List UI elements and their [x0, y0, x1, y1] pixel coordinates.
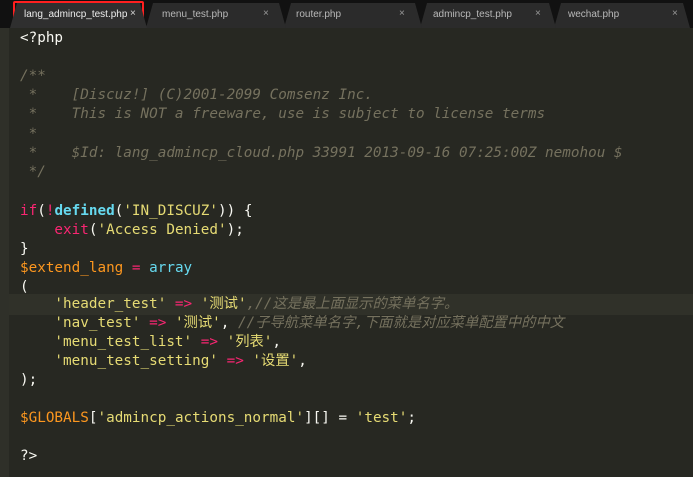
php-close-tag: ?>: [20, 448, 38, 464]
php-open-tag: <?php: [20, 30, 64, 46]
code-line: 'menu_test_setting' => '设置',: [20, 351, 307, 372]
punct: ,: [220, 315, 238, 331]
code-line: $GLOBALS['admincp_actions_normal'][] = '…: [20, 408, 416, 429]
string: '列表': [226, 334, 273, 350]
code-line: 'header_test' => '测试',//这是最上面显示的菜单名字。: [20, 294, 458, 315]
code-line: *: [20, 124, 38, 145]
string: '测试': [200, 296, 247, 312]
tab-wechat[interactable]: wechat.php ×: [554, 3, 690, 28]
punct: ,: [298, 353, 307, 369]
code-line: );: [20, 370, 37, 391]
variable: $extend_lang: [20, 260, 124, 276]
tab-admincp-test[interactable]: admincp_test.php ×: [420, 3, 556, 28]
punct: ,: [272, 334, 282, 350]
code-line: * [Discuz!] (C)2001-2099 Comsenz Inc.: [20, 85, 373, 106]
operator: =>: [192, 334, 227, 350]
comment: //子导航菜单名字,下面就是对应菜单配置中的中文: [237, 315, 565, 331]
keyword: if: [20, 203, 38, 219]
close-icon[interactable]: ×: [535, 8, 541, 19]
string: 'menu_test_list': [20, 334, 193, 350]
punct: (: [20, 279, 29, 295]
comment: /**: [20, 68, 46, 84]
string: 'nav_test': [20, 315, 141, 331]
code-line: */: [20, 162, 46, 183]
code-line: * $Id: lang_admincp_cloud.php 33991 2013…: [20, 143, 623, 164]
string: '测试': [174, 315, 221, 331]
close-icon[interactable]: ×: [263, 8, 269, 19]
tab-bar: lang_admincp_test.php × menu_test.php × …: [0, 0, 693, 28]
keyword: exit: [20, 222, 89, 238]
operator: =: [123, 260, 150, 276]
code-line: ?>: [20, 446, 37, 467]
punct: )) {: [218, 203, 253, 219]
code-line: <?php: [20, 28, 63, 49]
string: 'test': [355, 410, 408, 426]
comment: */: [20, 164, 46, 180]
string: '设置': [252, 353, 299, 369]
tab-label: admincp_test.php: [433, 9, 512, 20]
tab-router[interactable]: router.php ×: [284, 3, 422, 28]
tab-label: wechat.php: [568, 9, 620, 20]
comment: ,//这是最上面显示的菜单名字。: [246, 296, 459, 312]
comment: * This is NOT a freeware, use is subject…: [20, 106, 546, 122]
string: 'admincp_actions_normal': [97, 410, 305, 426]
line-gutter: [0, 28, 9, 477]
code-line: if(!defined('IN_DISCUZ')) {: [20, 201, 252, 222]
tab-menu-test[interactable]: menu_test.php ×: [146, 3, 286, 28]
code-line: exit('Access Denied');: [20, 220, 244, 241]
string: 'IN_DISCUZ': [123, 203, 218, 219]
comment: * [Discuz!] (C)2001-2099 Comsenz Inc.: [20, 87, 373, 103]
code-line: }: [20, 239, 29, 260]
close-icon[interactable]: ×: [672, 8, 678, 19]
code-line: 'nav_test' => '测试', //子导航菜单名字,下面就是对应菜单配置…: [20, 313, 564, 334]
tab-lang-admincp-test[interactable]: lang_admincp_test.php ×: [10, 3, 147, 28]
code-line: /**: [20, 66, 46, 87]
operator: =>: [140, 315, 175, 331]
punct: ][] =: [304, 410, 356, 426]
punct: }: [20, 241, 29, 257]
string: 'header_test': [20, 296, 167, 312]
operator: =>: [217, 353, 253, 369]
tab-label: menu_test.php: [162, 9, 229, 20]
tab-label: lang_admincp_test.php: [24, 9, 128, 20]
string: 'Access Denied': [97, 222, 227, 238]
punct: );: [226, 222, 244, 238]
string: 'menu_test_setting': [20, 353, 218, 369]
code-editor[interactable]: <?php /** * [Discuz!] (C)2001-2099 Comse…: [0, 28, 693, 477]
operator: =>: [166, 296, 201, 312]
punct: (: [37, 203, 46, 219]
tab-label: router.php: [296, 9, 342, 20]
variable: $GLOBALS: [20, 410, 89, 426]
code-line: * This is NOT a freeware, use is subject…: [20, 104, 545, 125]
close-icon[interactable]: ×: [399, 8, 405, 19]
close-icon[interactable]: ×: [130, 8, 136, 19]
comment: *: [20, 126, 38, 142]
code-line: $extend_lang = array: [20, 258, 192, 279]
punct: );: [20, 372, 38, 388]
function-name: defined: [54, 203, 115, 219]
code-line: 'menu_test_list' => '列表',: [20, 332, 281, 353]
punct: ;: [407, 410, 416, 426]
function-name: array: [149, 260, 193, 276]
comment: * $Id: lang_admincp_cloud.php 33991 2013…: [20, 145, 623, 161]
